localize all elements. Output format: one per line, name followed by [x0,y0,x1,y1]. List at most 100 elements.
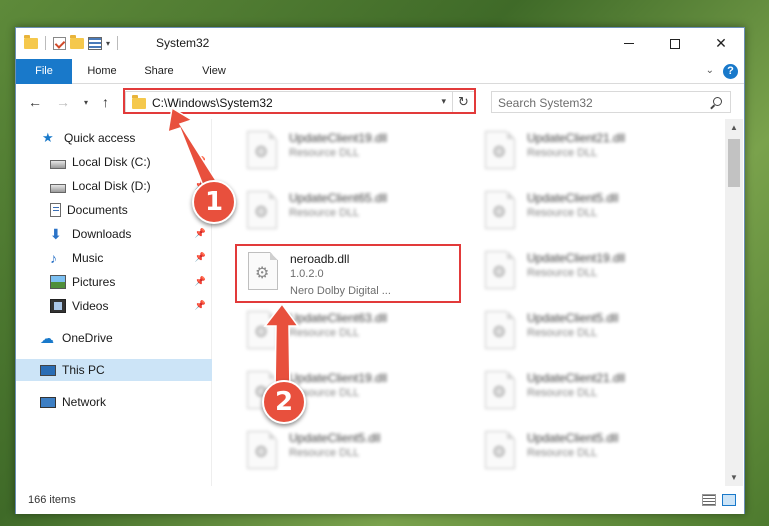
navigation-pane: ★ Quick access Local Disk (C:) 📌 Local D… [16,119,212,486]
this-pc-icon [40,364,56,376]
file-item[interactable]: UpdateClient21.dll Resource DLL [479,125,709,175]
sidebar-item-network[interactable]: Network [16,391,212,413]
forward-arrow-icon[interactable]: → [56,94,70,110]
file-list: UpdateClient19.dll Resource DLL UpdateCl… [213,119,725,486]
address-bar[interactable]: C:\Windows\System32 ▾ ↻ [125,91,475,113]
file-item[interactable]: UpdateClient19.dll Resource DLL [241,125,471,175]
file-item[interactable]: UpdateClient5.dll Resource DLL [479,185,709,235]
help-icon[interactable]: ? [723,64,738,79]
sidebar-item-local-disk-d[interactable]: Local Disk (D:) 📌 [16,175,212,197]
minimize-button[interactable] [606,28,652,59]
file-item-neroadb[interactable]: neroadb.dll 1.0.2.0 Nero Dolby Digital .… [241,245,471,301]
properties-check-icon[interactable] [53,36,66,50]
tiles-view-icon[interactable] [722,494,736,506]
new-folder-icon[interactable] [70,34,84,49]
sidebar-item-label: Videos [72,299,109,313]
close-icon: ✕ [715,35,727,51]
file-type: Resource DLL [289,147,360,159]
scroll-down-icon[interactable]: ▼ [725,469,743,486]
dll-file-icon [248,252,278,290]
search-placeholder[interactable]: Search System32 [498,96,593,110]
sidebar-item-quick-access[interactable]: ★ Quick access [16,127,212,149]
chevron-down-icon[interactable]: ▾ [106,39,110,48]
sidebar-item-label: Pictures [72,275,116,289]
refresh-icon[interactable]: ↻ [452,92,474,112]
address-path[interactable]: C:\Windows\System32 [152,96,273,110]
sidebar-item-label: Downloads [72,227,132,241]
toolbar-separator [117,36,119,50]
tab-home[interactable]: Home [78,59,126,84]
title-bar: ▾ System32 ✕ [16,28,744,59]
item-count: 166 items [28,494,76,506]
search-input[interactable]: Search System32 [491,91,731,113]
maximize-icon [670,38,680,49]
properties-icon[interactable] [88,36,102,50]
folder-icon[interactable] [24,34,38,49]
file-type: Resource DLL [289,207,360,219]
recent-locations-icon[interactable]: ▾ [84,98,88,107]
chevron-down-icon[interactable]: ▾ [441,96,446,107]
search-icon[interactable] [713,97,722,106]
dll-file-icon [485,251,515,289]
file-name: UpdateClient63.dll [289,311,388,325]
sidebar-item-local-disk-c[interactable]: Local Disk (C:) 📌 [16,151,212,173]
sidebar-item-documents[interactable]: Documents 📌 [16,199,212,221]
dll-file-icon [485,371,515,409]
dll-file-icon [247,191,277,229]
scroll-up-icon[interactable]: ▲ [725,119,743,136]
toolbar-separator [45,36,46,50]
tab-share[interactable]: Share [136,59,182,84]
sidebar-item-onedrive[interactable]: ☁ OneDrive [16,327,212,349]
sidebar-item-label: Documents [67,203,128,217]
maximize-button[interactable] [652,28,698,59]
explorer-window: ▾ System32 ✕ File Home Share View ⌄ ? ← … [15,27,745,514]
sidebar-item-pictures[interactable]: Pictures 📌 [16,271,212,293]
vertical-scrollbar[interactable]: ▲ ▼ [725,119,743,486]
file-item[interactable]: UpdateClient5.dll Resource DLL [241,425,471,475]
videos-icon [50,299,66,313]
pictures-icon [50,275,66,289]
pin-icon: 📌 [194,276,206,286]
scrollbar-thumb[interactable] [728,139,740,187]
file-type: Resource DLL [527,147,598,159]
sidebar-item-videos[interactable]: Videos 📌 [16,295,212,317]
close-button[interactable]: ✕ [698,28,744,59]
tab-view[interactable]: View [192,59,236,84]
minimize-icon [624,43,634,44]
file-item[interactable]: UpdateClient63.dll Resource DLL [241,305,471,355]
sidebar-item-label: Quick access [64,131,136,145]
file-name: UpdateClient5.dll [527,311,619,325]
up-arrow-icon[interactable]: ↑ [102,94,109,110]
dll-file-icon [485,311,515,349]
expand-ribbon-icon[interactable]: ⌄ [706,65,714,76]
file-name: UpdateClient65.dll [289,191,388,205]
sidebar-item-music[interactable]: ♪ Music 📌 [16,247,212,269]
file-type: Resource DLL [527,207,598,219]
folder-icon [132,95,146,109]
downloads-icon: ⬇ [50,226,62,242]
file-name: UpdateClient5.dll [527,431,619,445]
details-view-icon[interactable] [702,494,716,506]
file-item[interactable]: UpdateClient5.dll Resource DLL [479,425,709,475]
quick-access-toolbar: ▾ [24,34,121,50]
pin-icon: 📌 [194,228,206,238]
back-arrow-icon[interactable]: ← [28,94,42,110]
ribbon-tabs: File Home Share View ⌄ ? [16,59,744,84]
dll-file-icon [485,131,515,169]
tab-file[interactable]: File [16,59,72,84]
pin-icon: 📌 [194,156,206,166]
pin-icon: 📌 [194,300,206,310]
pin-icon: 📌 [194,252,206,262]
sidebar-item-label: This PC [62,363,105,377]
file-item[interactable]: UpdateClient21.dll Resource DLL [479,365,709,415]
file-item[interactable]: UpdateClient19.dll Resource DLL [479,245,709,295]
file-name: UpdateClient19.dll [289,131,388,145]
sidebar-item-this-pc[interactable]: This PC [16,359,212,381]
sidebar-item-downloads[interactable]: ⬇ Downloads 📌 [16,223,212,245]
sidebar-item-label: OneDrive [62,331,113,345]
file-name: UpdateClient5.dll [527,191,619,205]
file-item[interactable]: UpdateClient5.dll Resource DLL [479,305,709,355]
navigation-bar: ← → ▾ ↑ C:\Windows\System32 ▾ ↻ Search S… [16,85,744,119]
file-item[interactable]: UpdateClient65.dll Resource DLL [241,185,471,235]
step-callout-2: 2 [262,380,306,424]
